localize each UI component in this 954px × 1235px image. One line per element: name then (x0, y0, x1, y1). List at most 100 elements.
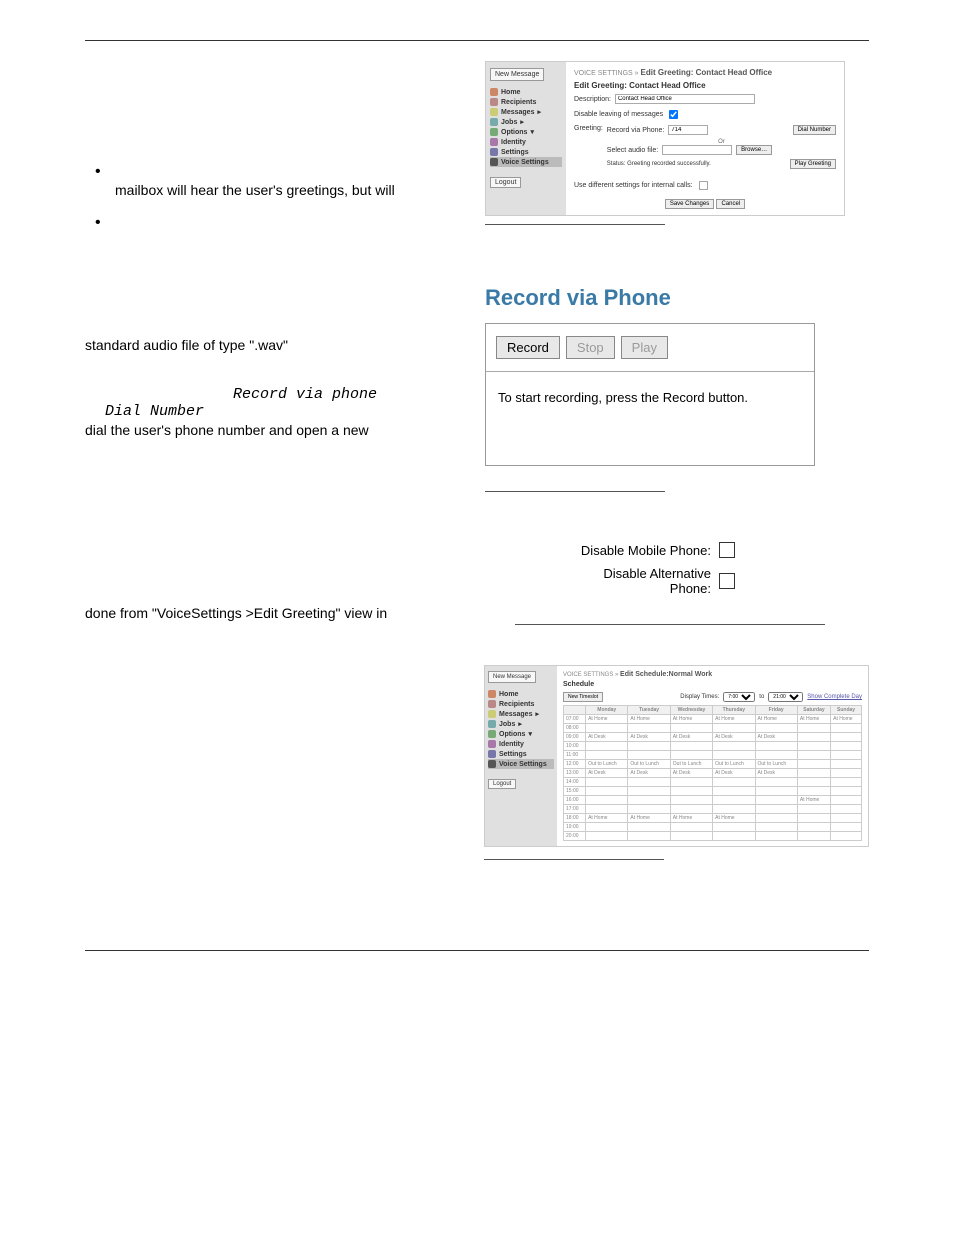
schedule-cell[interactable] (797, 814, 830, 823)
show-complete-link[interactable]: Show Complete Day (807, 694, 862, 700)
schedule-cell[interactable]: Out to Lunch (670, 760, 712, 769)
schedule-cell[interactable]: At Home (628, 715, 670, 724)
schedule-cell[interactable] (797, 778, 830, 787)
schedule-cell[interactable]: At Desk (628, 769, 670, 778)
record-button[interactable]: Record (496, 336, 560, 359)
sc-new-message-button[interactable]: New Message (488, 671, 536, 683)
schedule-cell[interactable]: At Desk (755, 769, 797, 778)
schedule-cell[interactable] (586, 751, 628, 760)
schedule-cell[interactable] (831, 724, 862, 733)
schedule-cell[interactable] (831, 796, 862, 805)
schedule-cell[interactable] (755, 805, 797, 814)
schedule-cell[interactable] (831, 769, 862, 778)
schedule-cell[interactable]: At Home (797, 796, 830, 805)
nav-voice-settings[interactable]: Voice Settings (490, 157, 562, 167)
schedule-cell[interactable]: Out to Lunch (713, 760, 755, 769)
schedule-cell[interactable]: At Desk (670, 769, 712, 778)
schedule-cell[interactable] (831, 823, 862, 832)
schedule-cell[interactable] (831, 742, 862, 751)
schedule-cell[interactable] (831, 787, 862, 796)
schedule-cell[interactable]: At Desk (586, 769, 628, 778)
schedule-cell[interactable] (670, 796, 712, 805)
schedule-cell[interactable] (670, 778, 712, 787)
schedule-cell[interactable] (586, 787, 628, 796)
nav-settings[interactable]: Settings (490, 147, 562, 157)
schedule-cell[interactable] (797, 751, 830, 760)
schedule-cell[interactable] (586, 796, 628, 805)
schedule-cell[interactable]: At Desk (670, 733, 712, 742)
new-message-button[interactable]: New Message (490, 68, 544, 81)
browse-button[interactable]: Browse… (736, 145, 772, 155)
schedule-cell[interactable] (831, 733, 862, 742)
schedule-cell[interactable] (713, 742, 755, 751)
save-button[interactable]: Save Changes (665, 199, 714, 209)
schedule-cell[interactable] (586, 823, 628, 832)
schedule-cell[interactable] (713, 751, 755, 760)
schedule-cell[interactable]: At Home (670, 814, 712, 823)
disable-mobile-checkbox[interactable] (719, 542, 735, 558)
time-from-select[interactable]: 7:00 (723, 692, 755, 702)
description-input[interactable] (615, 94, 755, 104)
schedule-cell[interactable] (628, 832, 670, 841)
schedule-cell[interactable] (670, 805, 712, 814)
schedule-cell[interactable]: At Home (797, 715, 830, 724)
schedule-cell[interactable]: At Home (670, 715, 712, 724)
schedule-cell[interactable] (670, 832, 712, 841)
disable-alt-checkbox[interactable] (719, 573, 735, 589)
schedule-cell[interactable] (797, 787, 830, 796)
schedule-cell[interactable] (755, 751, 797, 760)
schedule-cell[interactable] (670, 823, 712, 832)
schedule-cell[interactable]: At Home (831, 715, 862, 724)
schedule-cell[interactable] (755, 778, 797, 787)
schedule-cell[interactable] (755, 814, 797, 823)
schedule-cell[interactable] (713, 796, 755, 805)
new-timeslot-button[interactable]: New Timeslot (563, 692, 603, 702)
schedule-cell[interactable] (713, 778, 755, 787)
schedule-cell[interactable] (755, 823, 797, 832)
cancel-button[interactable]: Cancel (716, 199, 745, 209)
schedule-cell[interactable] (628, 796, 670, 805)
schedule-cell[interactable] (586, 742, 628, 751)
schedule-cell[interactable] (831, 760, 862, 769)
schedule-cell[interactable] (797, 805, 830, 814)
schedule-cell[interactable] (797, 832, 830, 841)
schedule-cell[interactable]: At Desk (713, 769, 755, 778)
play-greeting-button[interactable]: Play Greeting (790, 159, 836, 169)
schedule-cell[interactable] (713, 832, 755, 841)
schedule-cell[interactable] (797, 823, 830, 832)
schedule-cell[interactable] (797, 760, 830, 769)
schedule-cell[interactable] (713, 805, 755, 814)
sc-nav-home[interactable]: Home (488, 689, 554, 699)
schedule-cell[interactable]: At Home (586, 715, 628, 724)
schedule-cell[interactable] (713, 787, 755, 796)
schedule-cell[interactable] (755, 742, 797, 751)
schedule-cell[interactable]: At Desk (755, 733, 797, 742)
nav-jobs[interactable]: Jobs ▸ (490, 117, 562, 127)
schedule-cell[interactable]: At Home (713, 715, 755, 724)
schedule-cell[interactable] (713, 724, 755, 733)
sc-nav-messages[interactable]: Messages ▸ (488, 709, 554, 719)
schedule-cell[interactable] (628, 724, 670, 733)
schedule-cell[interactable] (755, 724, 797, 733)
schedule-cell[interactable] (670, 742, 712, 751)
schedule-cell[interactable] (755, 787, 797, 796)
schedule-cell[interactable] (670, 724, 712, 733)
internal-checkbox[interactable] (698, 181, 707, 190)
schedule-cell[interactable]: Out to Lunch (755, 760, 797, 769)
nav-identity[interactable]: Identity (490, 137, 562, 147)
schedule-cell[interactable]: At Desk (586, 733, 628, 742)
schedule-cell[interactable] (755, 832, 797, 841)
schedule-cell[interactable]: At Home (586, 814, 628, 823)
schedule-cell[interactable] (628, 823, 670, 832)
sc-logout-button[interactable]: Logout (488, 779, 516, 789)
schedule-cell[interactable] (586, 778, 628, 787)
schedule-cell[interactable] (797, 742, 830, 751)
sc-nav-voice[interactable]: Voice Settings (488, 759, 554, 769)
schedule-cell[interactable] (797, 769, 830, 778)
schedule-cell[interactable] (797, 724, 830, 733)
schedule-cell[interactable] (831, 805, 862, 814)
schedule-cell[interactable] (586, 832, 628, 841)
schedule-cell[interactable] (831, 814, 862, 823)
schedule-cell[interactable] (586, 805, 628, 814)
sc-nav-jobs[interactable]: Jobs ▸ (488, 719, 554, 729)
